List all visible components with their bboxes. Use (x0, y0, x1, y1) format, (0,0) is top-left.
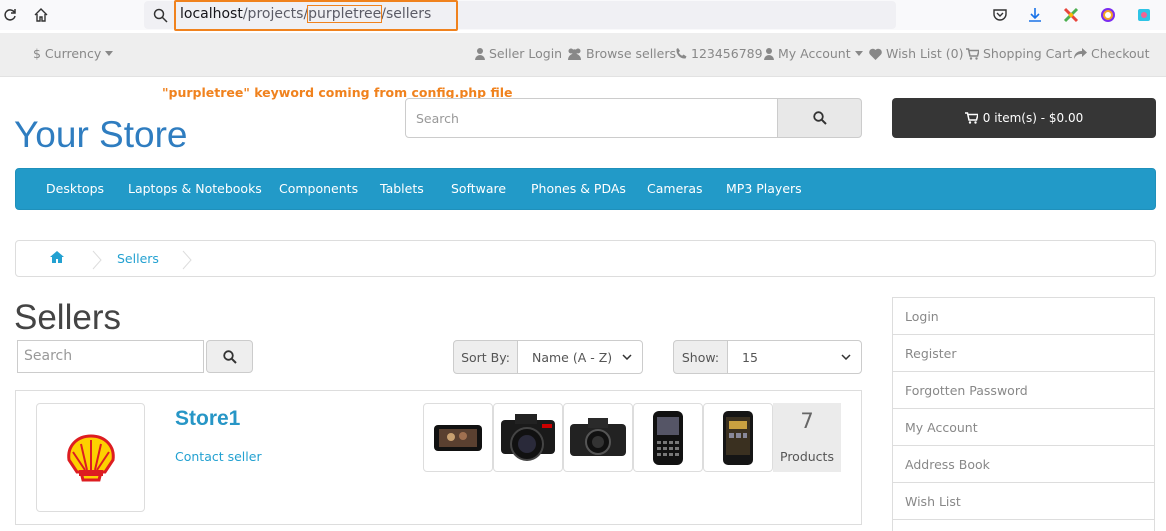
breadcrumb-separator-icon (182, 250, 192, 273)
show-select[interactable]: 15 (727, 340, 862, 374)
checkout-link[interactable]: Checkout (1074, 46, 1149, 61)
breadcrumb-sellers[interactable]: Sellers (117, 251, 159, 266)
menu-item-software[interactable]: Software (451, 181, 506, 196)
product-thumbnail[interactable] (493, 403, 563, 472)
seller-search-input[interactable]: Search (17, 340, 204, 373)
my-account-label: My Account (778, 46, 851, 61)
smartphone-keyboard-icon (653, 410, 683, 465)
user-icon (475, 47, 485, 60)
sort-by-value: Name (A - Z) (532, 349, 613, 365)
phone-link[interactable]: 123456789 (676, 46, 763, 61)
browse-sellers-label: Browse sellers (586, 46, 676, 61)
download-icon[interactable] (1025, 5, 1045, 25)
sort-by-label: Sort By: (453, 340, 518, 374)
currency-label: $ Currency (33, 46, 102, 61)
seller-login-label: Seller Login (489, 46, 563, 61)
contact-seller-link[interactable]: Contact seller (175, 449, 262, 464)
shopping-cart-label: Shopping Cart (983, 46, 1073, 61)
shopping-cart-icon (964, 112, 978, 124)
sidebar-item-wish-list[interactable]: Wish List (892, 482, 1155, 520)
share-arrow-icon (1074, 48, 1087, 59)
products-count: 7 (800, 409, 814, 433)
menu-item-desktops[interactable]: Desktops (46, 181, 104, 196)
browse-sellers-link[interactable]: Browse sellers (567, 46, 676, 61)
chevron-down-icon (622, 354, 632, 360)
pocket-icon[interactable] (990, 5, 1010, 25)
phone-landscape-icon (434, 424, 482, 451)
menu-item-laptops[interactable]: Laptops & Notebooks (128, 181, 262, 196)
cart-button-label: 0 item(s) - $0.00 (982, 111, 1084, 125)
menu-item-cameras[interactable]: Cameras (647, 181, 703, 196)
store-name-link[interactable]: Store1 (175, 407, 240, 431)
smartphone-touch-icon (723, 410, 753, 465)
my-account-dropdown[interactable]: My Account (764, 46, 863, 61)
wish-list-link[interactable]: Wish List (0) (869, 46, 964, 61)
sidebar-item-forgotten-password[interactable]: Forgotten Password (892, 371, 1155, 409)
menu-item-mp3[interactable]: MP3 Players (726, 181, 802, 196)
sidebar-item-next[interactable] (892, 519, 1155, 531)
shopping-cart-icon (966, 47, 979, 60)
seller-search-button[interactable] (206, 340, 253, 373)
products-label: Products (780, 449, 834, 464)
cart-button[interactable]: 0 item(s) - $0.00 (892, 98, 1156, 138)
sort-by-select[interactable]: Name (A - Z) (517, 340, 643, 374)
menu-item-phones[interactable]: Phones & PDAs (531, 181, 626, 196)
product-thumbnail[interactable] (563, 403, 633, 472)
url-highlight-box (174, 0, 458, 31)
menu-item-components[interactable]: Components (279, 181, 358, 196)
product-thumbnail[interactable] (633, 403, 703, 472)
users-icon (568, 48, 581, 60)
sidebar-item-register[interactable]: Register (892, 334, 1155, 372)
search-button[interactable] (777, 98, 862, 138)
extension-square-icon[interactable] (1134, 5, 1154, 25)
search-icon (150, 5, 170, 25)
sidebar-item-address-book[interactable]: Address Book (892, 445, 1155, 483)
shell-logo[interactable] (36, 403, 145, 512)
seller-login-link[interactable]: Seller Login (475, 46, 562, 61)
caret-down-icon (105, 50, 114, 56)
checkout-label: Checkout (1091, 46, 1150, 61)
product-thumbnail[interactable] (423, 403, 493, 472)
reload-icon[interactable] (0, 5, 20, 25)
search-icon (812, 111, 827, 125)
sidebar-item-login[interactable]: Login (892, 297, 1155, 335)
caret-down-icon (854, 50, 863, 56)
search-input[interactable]: Search (405, 98, 778, 138)
currency-dropdown[interactable]: $ Currency (33, 46, 114, 61)
home-icon[interactable] (50, 251, 64, 266)
page-title: Sellers (14, 298, 121, 337)
search-icon (222, 349, 237, 364)
extension-x-icon[interactable] (1061, 5, 1081, 25)
wish-list-label: Wish List (0) (886, 46, 964, 61)
show-value: 15 (742, 349, 758, 365)
heart-icon (869, 48, 882, 60)
camera-icon (570, 417, 626, 456)
phone-label: 123456789 (691, 46, 763, 61)
chevron-down-icon (841, 354, 851, 360)
phone-icon (676, 48, 687, 59)
store-logo[interactable]: Your Store (14, 114, 187, 156)
show-label: Show: (673, 340, 728, 374)
shopping-cart-link[interactable]: Shopping Cart (966, 46, 1072, 61)
product-thumbnail[interactable] (703, 403, 773, 472)
color-picker-icon[interactable] (1098, 5, 1118, 25)
breadcrumb-separator-icon (92, 250, 102, 273)
user-icon (764, 47, 774, 60)
home-browser-icon[interactable] (31, 5, 51, 25)
menu-item-tablets[interactable]: Tablets (380, 181, 424, 196)
sidebar-item-my-account[interactable]: My Account (892, 408, 1155, 446)
dslr-camera-icon (501, 413, 555, 461)
